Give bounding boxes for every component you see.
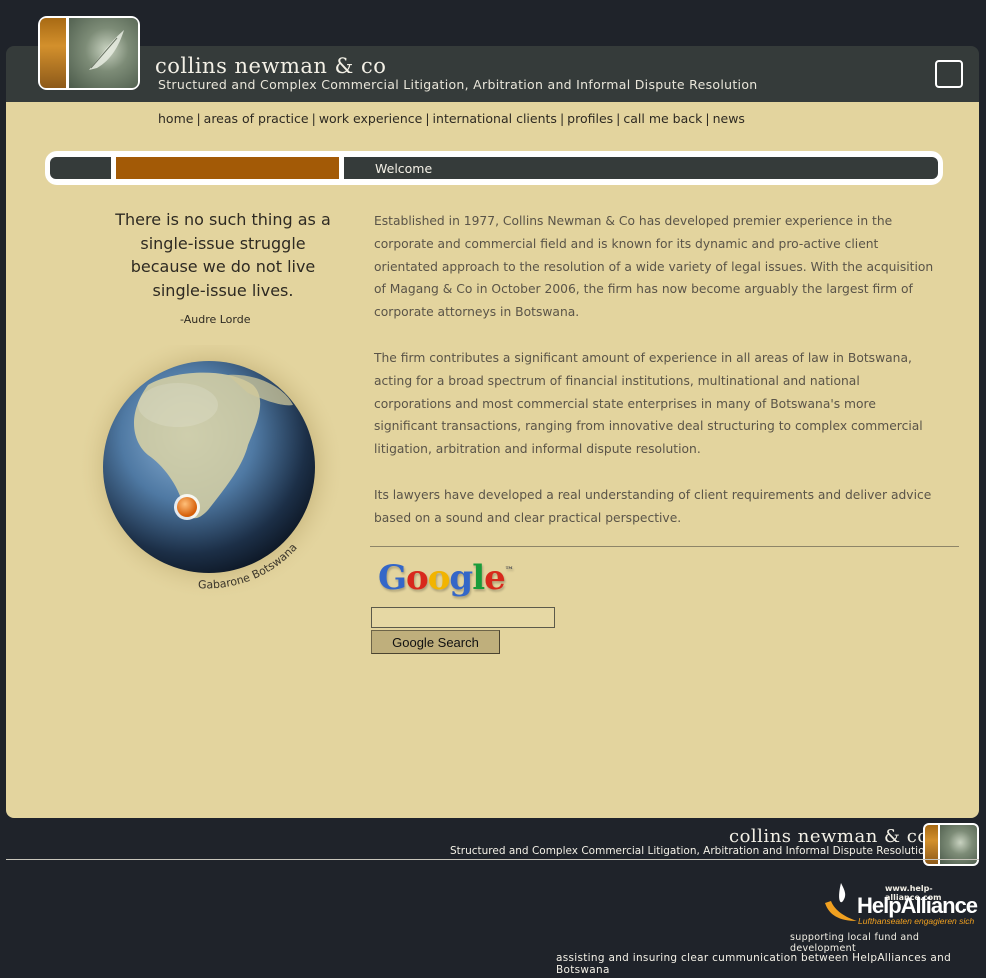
- quote-author: -Audre Lorde: [180, 313, 251, 326]
- title-bar-left-segment: [50, 157, 111, 179]
- globe-icon: Gabarone Botswana: [77, 333, 345, 601]
- main-nav: home | areas of practice | work experience | i…: [158, 111, 745, 126]
- logo-orange-panel: [40, 18, 66, 88]
- footer-tagline: Structured and Complex Commercial Litiga…: [450, 845, 932, 857]
- google-tm: ™: [504, 566, 514, 576]
- nav-separator: |: [196, 111, 201, 126]
- helpalliance-line-2: assisting and insuring clear cummunicati…: [556, 952, 952, 976]
- firm-logo[interactable]: [38, 16, 140, 90]
- footer-divider: [6, 859, 979, 860]
- helpalliance-flame-icon: [825, 883, 857, 921]
- nav-work-experience[interactable]: work experience: [319, 111, 423, 126]
- google-logo-letter: e: [484, 558, 506, 598]
- nav-separator: |: [559, 111, 565, 126]
- google-search-button[interactable]: Google Search: [371, 630, 500, 654]
- nav-separator: |: [425, 111, 430, 126]
- title-bar-accent-segment: [116, 157, 339, 179]
- content-divider: [370, 546, 959, 547]
- content-paragraph: The firm contributes a significant amoun…: [374, 350, 923, 457]
- google-logo-letter: o: [427, 558, 451, 598]
- brand-name[interactable]: collins newman & co: [155, 54, 386, 78]
- logo-feather-panel: [69, 18, 138, 88]
- nav-separator: |: [311, 111, 316, 126]
- section-title-bar: [45, 151, 943, 185]
- header-bar: [6, 46, 979, 104]
- globe-image: Gabarone Botswana: [77, 333, 348, 605]
- nav-separator: |: [616, 111, 621, 126]
- nav-separator: |: [705, 111, 710, 126]
- window-toggle-button[interactable]: [935, 60, 963, 88]
- google-logo-text: Google: [378, 558, 506, 598]
- content-paragraph: Established in 1977, Collins Newman & Co…: [374, 214, 934, 320]
- welcome-content: Established in 1977, Collins Newman & Co…: [374, 210, 934, 553]
- helpalliance-line-1: supporting local fund and development: [790, 932, 920, 954]
- google-logo-letter: o: [406, 558, 429, 598]
- google-logo-letter: l: [472, 558, 485, 598]
- title-bar-main-segment: [344, 157, 938, 179]
- footer-brand-name: collins newman & co: [729, 826, 929, 847]
- nav-home[interactable]: home: [158, 111, 193, 126]
- google-logo-letter: G: [378, 558, 407, 598]
- content-paragraph: Its lawyers have developed a real unders…: [374, 487, 932, 525]
- nav-profiles[interactable]: profiles: [567, 111, 613, 126]
- feather-icon: [89, 30, 124, 70]
- nav-areas-of-practice[interactable]: areas of practice: [204, 111, 309, 126]
- google-logo[interactable]: Google™: [378, 558, 514, 598]
- nav-news[interactable]: news: [713, 111, 745, 126]
- google-search-input[interactable]: [371, 607, 555, 628]
- brand-tagline: Structured and Complex Commercial Litiga…: [158, 77, 758, 92]
- quote-text: There is no such thing as a single-issue…: [115, 210, 331, 300]
- nav-international-clients[interactable]: international clients: [433, 111, 557, 126]
- nav-call-me-back[interactable]: call me back: [623, 111, 702, 126]
- google-logo-letter: g: [449, 558, 473, 598]
- helpalliance-subtitle: Lufthanseaten engagieren sich: [858, 916, 975, 926]
- section-title: Welcome: [375, 161, 433, 176]
